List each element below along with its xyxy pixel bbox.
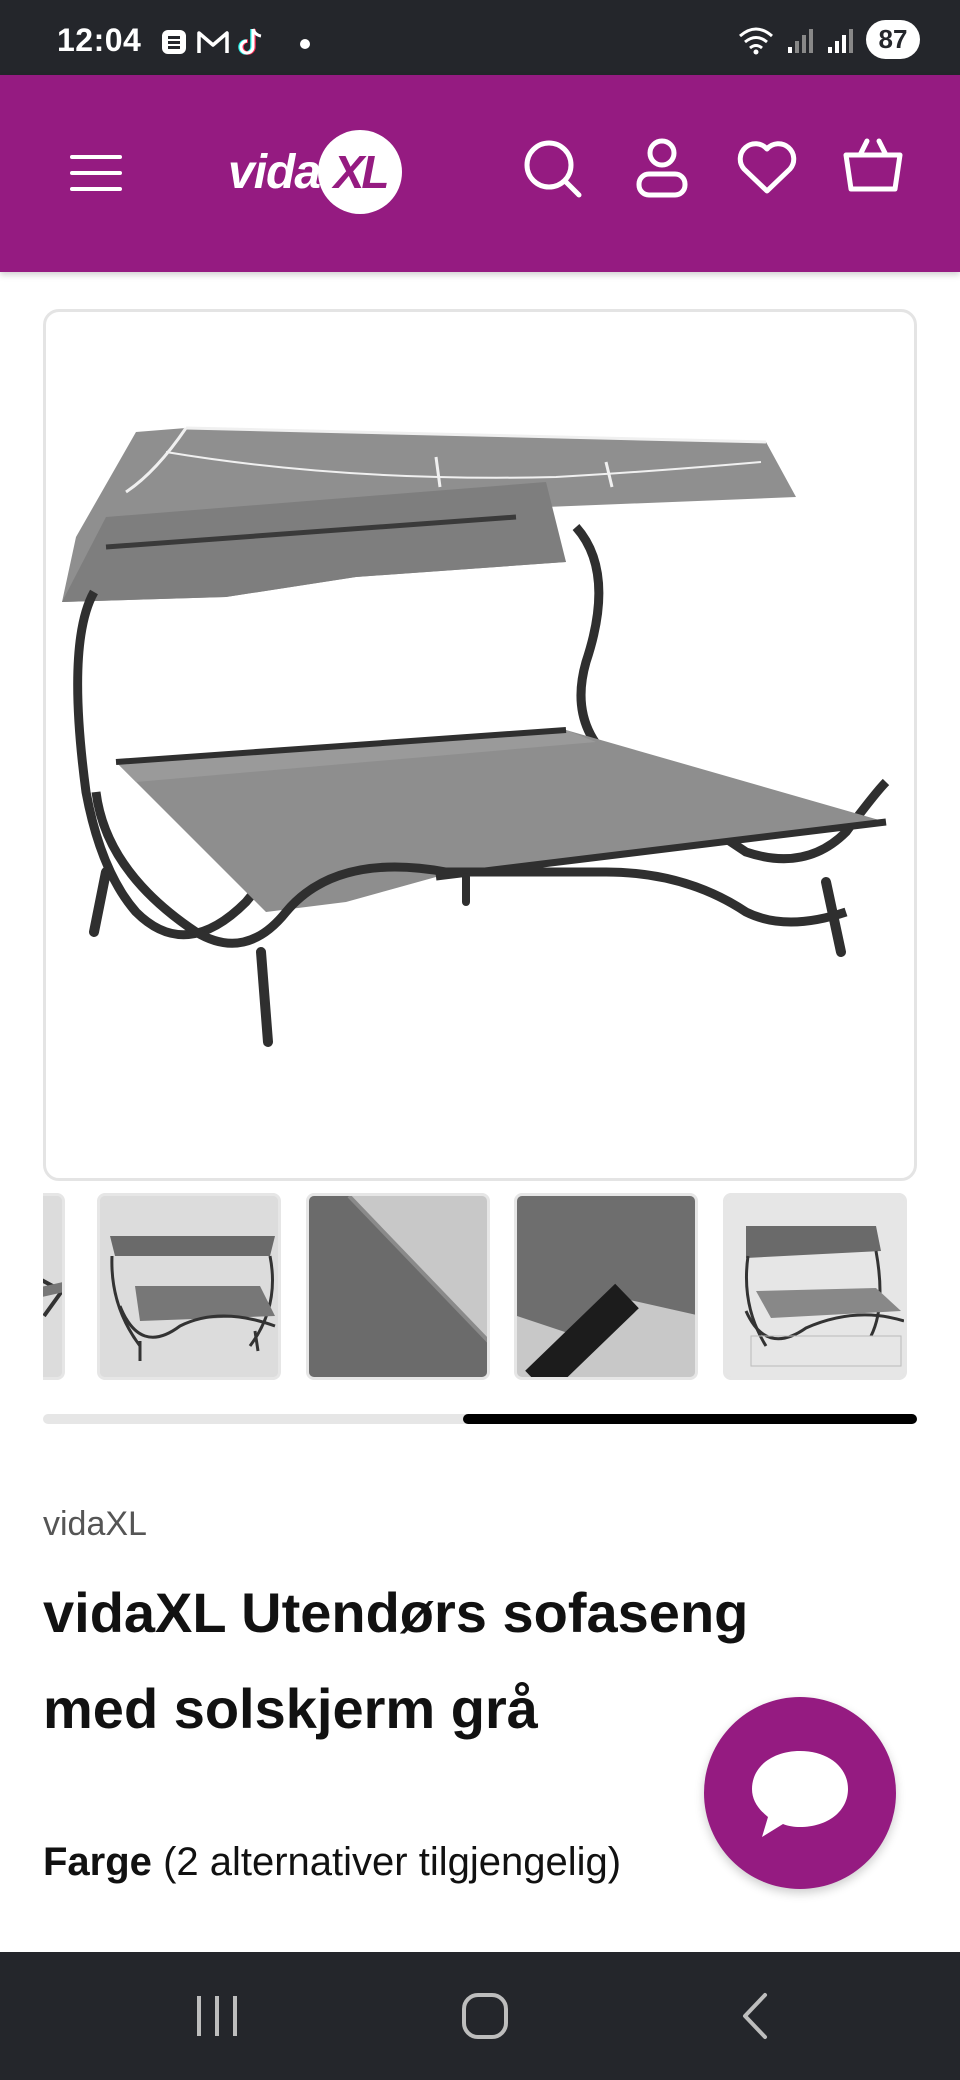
product-main-image[interactable] [43,309,917,1181]
status-more-dot [300,39,310,49]
back-button[interactable] [695,1952,815,2080]
search-icon[interactable] [522,138,584,200]
home-icon [462,1993,508,2039]
system-nav-bar [0,1952,960,2080]
status-app-icons [160,26,266,58]
account-icon[interactable] [635,137,689,199]
gallery-scrollbar[interactable] [43,1414,917,1424]
menu-icon[interactable] [68,151,124,195]
thumbnail-4[interactable] [514,1193,698,1380]
product-title: vidaXL Utendørs sofaseng med solskjerm g… [43,1581,749,1740]
wifi-icon [739,27,773,54]
recent-apps-button[interactable] [157,1952,277,2080]
battery-indicator: 87 [866,20,920,59]
back-icon [743,1993,767,2039]
logo-badge: XL [318,130,403,214]
status-bar: 12:04 87 [0,0,960,75]
chat-button[interactable] [704,1697,896,1889]
gallery-scrollbar-thumb[interactable] [463,1414,917,1424]
cart-basket-icon[interactable] [842,133,904,197]
tiktok-icon [238,28,262,55]
logo-text: vida [228,145,321,199]
chat-bubble-icon [752,1751,848,1837]
thumbnail-3[interactable] [306,1193,490,1380]
sun-lounger-illustration [62,426,890,1047]
status-system-icons: 87 [736,20,920,59]
gmail-icon [197,31,229,53]
notification-b-icon [162,30,186,54]
status-time: 12:04 [57,22,142,58]
recent-apps-icon [197,1996,237,2036]
thumbnail-5[interactable] [723,1193,907,1380]
thumbnail-1[interactable] [43,1193,65,1380]
wishlist-heart-icon[interactable] [736,139,798,195]
vidaxl-logo[interactable]: vida XL [228,127,403,217]
signal-icon [788,28,813,53]
color-options-count: (2 alternativer tilgjengelig) [163,1840,622,1884]
app-header: vida XL [0,75,960,272]
color-label: Farge [43,1840,152,1884]
thumbnail-2[interactable] [97,1193,281,1380]
thumbnail-strip[interactable] [43,1193,917,1380]
color-selector[interactable]: Farge (2 alternativer tilgjengelig) [43,1840,621,1885]
home-button[interactable] [425,1952,545,2080]
product-brand[interactable]: vidaXL [43,1505,147,1544]
signal-r-icon [828,28,853,53]
